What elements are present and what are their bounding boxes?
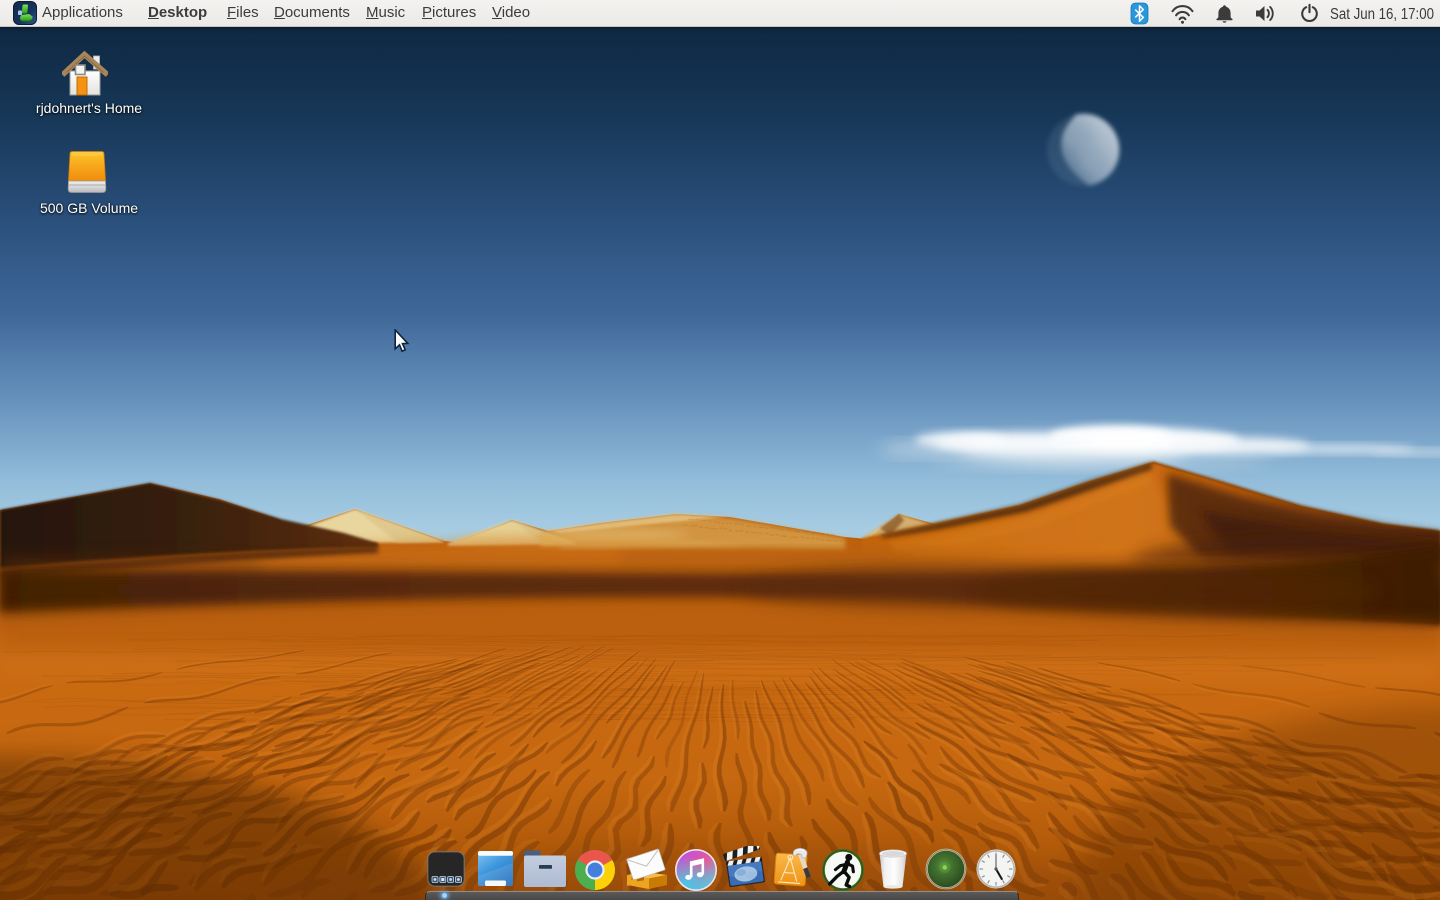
svg-text:Sat Jun 16, 17:00: Sat Jun 16, 17:00: [1330, 6, 1434, 23]
